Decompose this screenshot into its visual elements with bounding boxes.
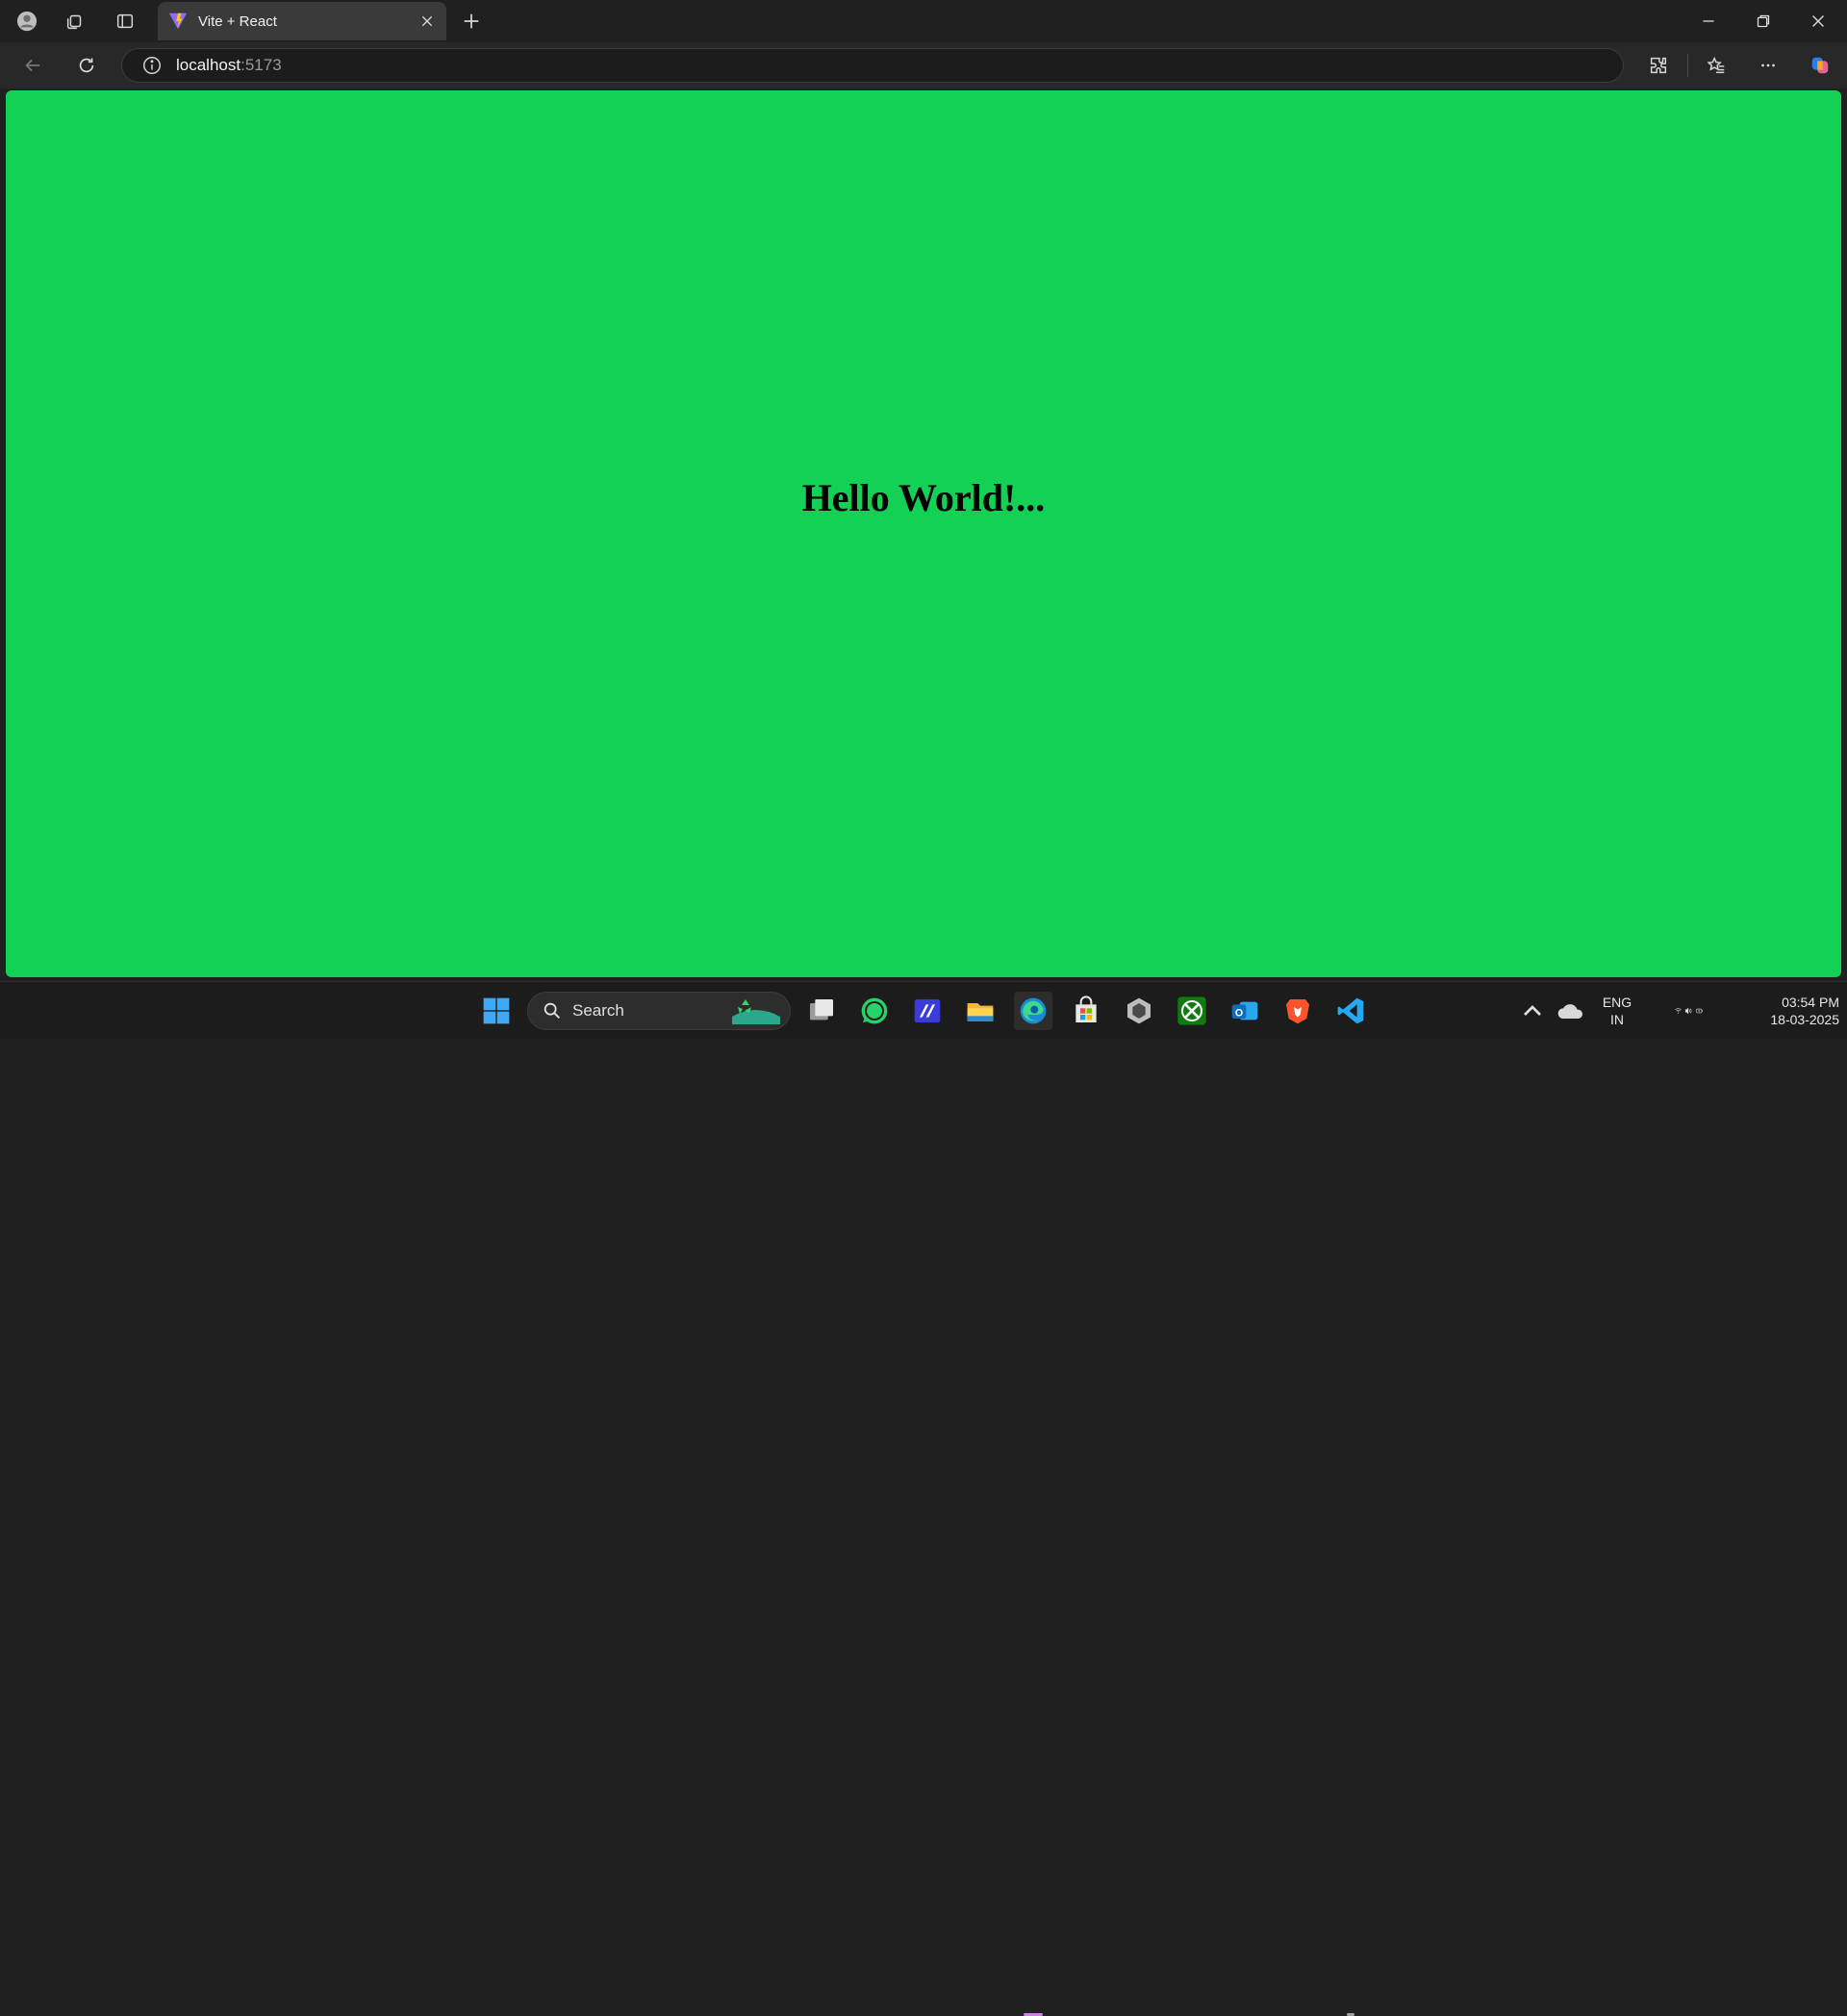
- minimize-icon[interactable]: [1691, 4, 1726, 38]
- taskbar: Search O ENG IN 03:54 PM 18-03-2025: [0, 981, 1847, 2016]
- address-host: localhost: [176, 56, 241, 74]
- address-port: :5173: [240, 56, 282, 74]
- file-explorer-icon[interactable]: [961, 992, 999, 1030]
- clock-date: 18-03-2025: [1770, 1012, 1839, 1027]
- edge-icon[interactable]: [1014, 992, 1052, 1030]
- refresh-icon[interactable]: [69, 48, 104, 83]
- taskbar-search[interactable]: Search: [527, 992, 791, 1030]
- restore-icon[interactable]: [1746, 4, 1781, 38]
- title-bar: Vite + React: [0, 0, 1847, 42]
- whatsapp-icon[interactable]: [855, 992, 894, 1030]
- svg-text:O: O: [1235, 1007, 1243, 1019]
- more-options-icon[interactable]: [1751, 48, 1785, 83]
- extensions-icon[interactable]: [1641, 48, 1676, 83]
- outlook-icon[interactable]: O: [1226, 992, 1264, 1030]
- language-region: IN: [1610, 1012, 1624, 1027]
- xbox-icon[interactable]: [1173, 992, 1211, 1030]
- vscode-icon[interactable]: [1331, 992, 1370, 1030]
- profile-avatar-icon[interactable]: [10, 4, 44, 38]
- address-bar[interactable]: localhost:5173: [121, 48, 1624, 83]
- vertical-tabs-icon[interactable]: [108, 4, 142, 38]
- vite-favicon-icon: [168, 13, 188, 30]
- search-label: Search: [572, 1001, 624, 1020]
- tab-close-icon[interactable]: [416, 10, 439, 33]
- back-arrow-icon[interactable]: [15, 48, 50, 83]
- site-info-icon[interactable]: [141, 55, 163, 76]
- workspaces-icon[interactable]: [58, 4, 92, 38]
- onedrive-cloud-icon[interactable]: [1552, 992, 1590, 1030]
- recycle-highlight-icon: [732, 999, 780, 1024]
- app-blue-icon[interactable]: [908, 992, 947, 1030]
- language-code: ENG: [1602, 995, 1632, 1010]
- clock[interactable]: 03:54 PM 18-03-2025: [1737, 994, 1839, 1028]
- toolbar-divider: [1687, 54, 1688, 77]
- page-heading: Hello World!...: [801, 476, 1046, 519]
- close-window-icon[interactable]: [1801, 4, 1835, 38]
- brave-icon[interactable]: [1278, 992, 1317, 1030]
- network-volume-battery-group[interactable]: [1649, 992, 1730, 1030]
- favorites-icon[interactable]: [1699, 48, 1733, 83]
- clock-time: 03:54 PM: [1782, 995, 1839, 1010]
- windows-start-icon[interactable]: [477, 992, 516, 1030]
- language-indicator[interactable]: ENG IN: [1593, 994, 1641, 1028]
- page-viewport: Hello World!...: [6, 90, 1841, 977]
- active-tab[interactable]: Vite + React: [158, 2, 446, 40]
- new-tab-icon[interactable]: [454, 4, 489, 38]
- copilot-icon[interactable]: [1803, 48, 1837, 83]
- show-hidden-icons-chevron-icon[interactable]: [1513, 992, 1552, 1030]
- tab-title: Vite + React: [198, 13, 277, 30]
- task-view-icon[interactable]: [802, 992, 841, 1030]
- search-icon: [544, 1002, 560, 1019]
- unity-hub-icon[interactable]: [1120, 992, 1158, 1030]
- microsoft-store-icon[interactable]: [1067, 992, 1105, 1030]
